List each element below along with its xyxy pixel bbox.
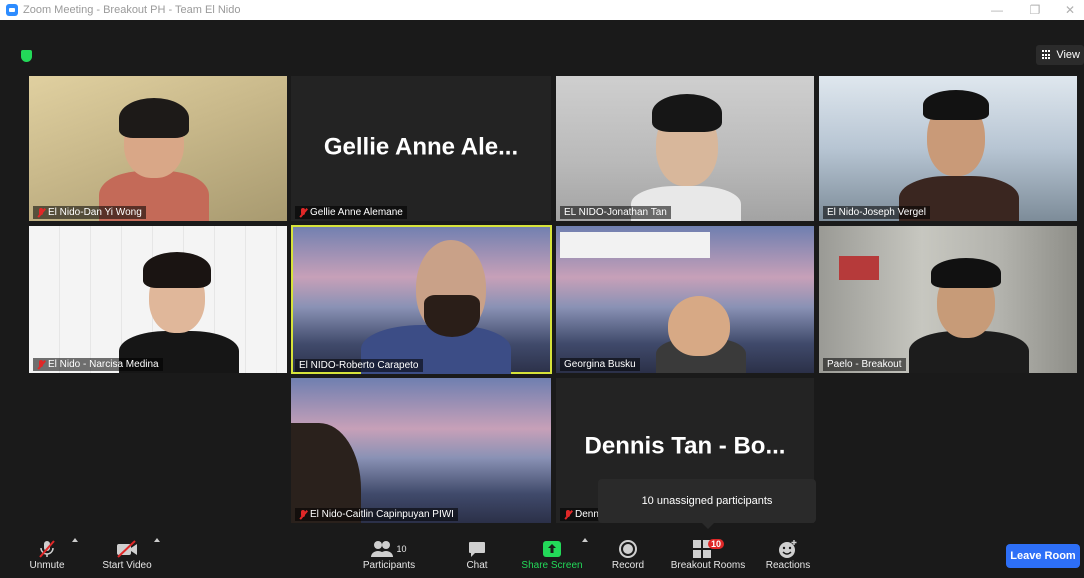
record-icon (618, 538, 638, 560)
share-screen-button[interactable]: Share Screen (519, 530, 585, 578)
participant-name: EL NIDO-Jonathan Tan (564, 207, 667, 218)
tooltip-text: 10 unassigned participants (641, 495, 773, 507)
share-screen-label: Share Screen (521, 559, 583, 571)
window-title: Zoom Meeting - Breakout PH - Team El Nid… (23, 4, 241, 16)
participant-name: El Nido-Joseph Vergel (827, 207, 926, 218)
security-shield-icon[interactable] (21, 50, 32, 62)
video-tile-dan-yi-wong[interactable]: El Nido-Dan Yi Wong (29, 76, 287, 221)
share-options-caret-icon[interactable] (582, 538, 588, 542)
participants-count: 10 (396, 543, 407, 554)
restore-icon[interactable]: ❐ (1021, 0, 1049, 20)
reactions-button[interactable]: Reactions (763, 530, 813, 578)
zoom-logo-icon (6, 4, 18, 16)
view-label: View (1056, 49, 1080, 61)
participant-label: El Nido-Dan Yi Wong (33, 206, 146, 219)
participant-name: Paelo - Breakout (827, 359, 902, 370)
participant-label: El Nido - Narcisa Medina (33, 358, 163, 371)
muted-mic-icon (564, 509, 572, 520)
participant-label: El NIDO-Roberto Carapeto (295, 359, 423, 372)
video-tile-paelo-breakout[interactable]: Paelo - Breakout (819, 226, 1077, 373)
title-bar: Zoom Meeting - Breakout PH - Team El Nid… (0, 0, 1084, 20)
video-tile-caitlin-capinpuyan[interactable]: El Nido-Caitlin Capinpuyan PIWI (291, 378, 551, 523)
breakout-rooms-badge: 10 (708, 538, 725, 549)
participant-label: EL NIDO-Jonathan Tan (560, 206, 671, 219)
participant-label: Georgina Busku (560, 358, 640, 371)
minimize-icon[interactable]: — (983, 0, 1011, 20)
muted-mic-icon (299, 207, 307, 218)
chat-button[interactable]: Chat (460, 530, 494, 578)
unmute-button[interactable]: Unmute (22, 530, 72, 578)
participants-button[interactable]: 10 Participants (358, 530, 420, 578)
video-tile-jonathan-tan[interactable]: EL NIDO-Jonathan Tan (556, 76, 814, 221)
participant-name: El Nido - Narcisa Medina (48, 359, 159, 370)
participant-label: Denn (560, 508, 603, 521)
participant-name: Georgina Busku (564, 359, 636, 370)
video-tile-joseph-vergel[interactable]: El Nido-Joseph Vergel (819, 76, 1077, 221)
reactions-label: Reactions (765, 559, 811, 571)
participant-label: El Nido-Caitlin Capinpuyan PIWI (295, 508, 458, 521)
record-button[interactable]: Record (608, 530, 648, 578)
video-tile-georgina-busku[interactable]: Georgina Busku (556, 226, 814, 373)
muted-mic-icon (37, 359, 45, 370)
participant-placeholder-name: Dennis Tan - Bo... (584, 432, 786, 460)
muted-mic-icon (299, 509, 307, 520)
chat-bubble-icon (468, 538, 486, 560)
video-options-caret-icon[interactable] (154, 538, 160, 542)
participant-label: Gellie Anne Alemane (295, 206, 407, 219)
participant-name: El NIDO-Roberto Carapeto (299, 360, 419, 371)
participant-label: El Nido-Joseph Vergel (823, 206, 930, 219)
share-screen-icon (542, 538, 562, 560)
muted-mic-icon (37, 207, 45, 218)
participant-name: El Nido-Caitlin Capinpuyan PIWI (310, 509, 454, 520)
participants-label: Participants (362, 559, 416, 571)
breakout-rooms-button[interactable]: 10 Breakout Rooms (667, 530, 749, 578)
unassigned-participants-tooltip: 10 unassigned participants (598, 479, 816, 529)
gallery-view-icon (1042, 50, 1052, 60)
video-tile-narcisa-medina[interactable]: El Nido - Narcisa Medina (29, 226, 287, 373)
video-off-icon (115, 538, 139, 560)
video-tile-gellie-anne-alemane[interactable]: Gellie Anne Ale... Gellie Anne Alemane (291, 76, 551, 221)
view-button[interactable]: View (1036, 45, 1084, 65)
muted-microphone-icon (37, 538, 57, 560)
participant-name: El Nido-Dan Yi Wong (48, 207, 142, 218)
breakout-rooms-icon: 10 (688, 538, 728, 560)
chat-label: Chat (466, 559, 488, 571)
record-label: Record (611, 559, 645, 571)
participant-name: Gellie Anne Alemane (310, 207, 403, 218)
participant-label: Paelo - Breakout (823, 358, 906, 371)
meeting-toolbar: Unmute Start Video 10 Participants Chat … (0, 530, 1084, 578)
audio-options-caret-icon[interactable] (72, 538, 78, 542)
close-icon[interactable]: ✕ (1056, 0, 1084, 20)
start-video-button[interactable]: Start Video (96, 530, 158, 578)
participant-placeholder-name: Gellie Anne Ale... (323, 133, 519, 161)
video-tile-roberto-carapeto[interactable]: El NIDO-Roberto Carapeto (291, 225, 552, 374)
breakout-rooms-label: Breakout Rooms (670, 559, 746, 571)
reactions-smiley-icon (778, 538, 798, 560)
leave-room-button[interactable]: Leave Room (1006, 544, 1080, 568)
participant-name: Denn (575, 509, 599, 520)
participants-icon: 10 (371, 538, 407, 560)
start-video-label: Start Video (102, 559, 152, 571)
unmute-label: Unmute (29, 559, 65, 571)
